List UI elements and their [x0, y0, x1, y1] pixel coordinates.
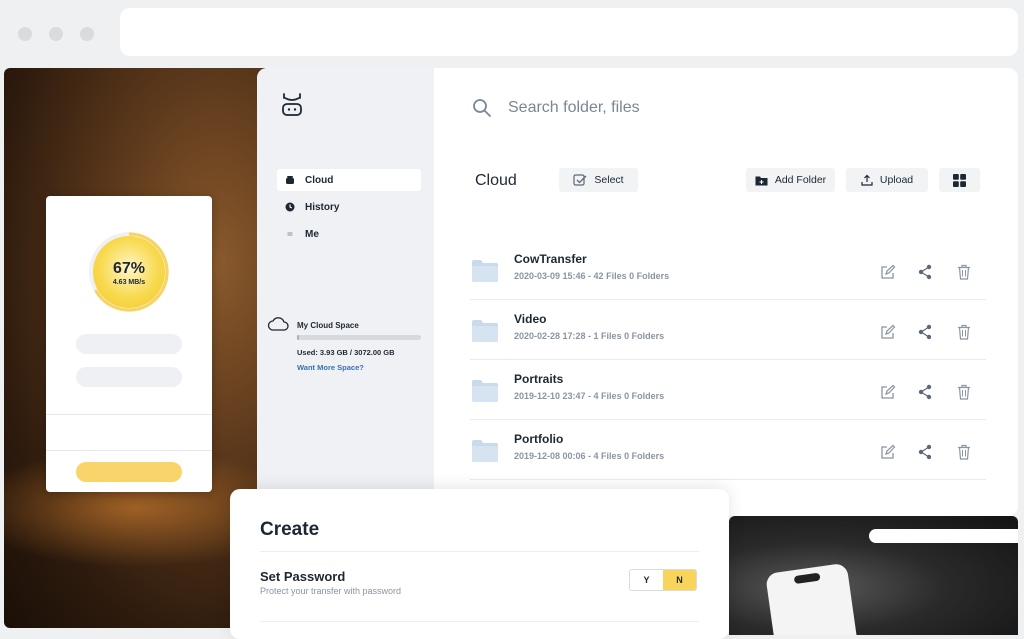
folder-icon	[472, 320, 498, 342]
sidebar: Cloud History Me My Cloud Space Used: 3.…	[257, 68, 434, 516]
select-button[interactable]: Select	[559, 168, 638, 192]
card-action-button[interactable]	[76, 462, 182, 482]
menu-lines-icon	[285, 229, 295, 239]
set-password-hint: Protect your transfer with password	[260, 586, 402, 596]
search-icon	[473, 99, 491, 117]
trash-icon[interactable]	[956, 324, 972, 340]
share-icon[interactable]	[917, 444, 933, 460]
file-name[interactable]: Video	[514, 312, 546, 326]
phone-image	[765, 562, 859, 635]
folder-icon	[472, 440, 498, 462]
cloud-space-title: My Cloud Space	[297, 321, 359, 330]
cloud-outline-icon	[267, 317, 289, 331]
address-bar[interactable]	[120, 8, 1018, 56]
select-label: Select	[594, 174, 624, 186]
trash-icon[interactable]	[956, 384, 972, 400]
select-checkbox-icon	[573, 173, 587, 187]
share-icon[interactable]	[917, 324, 933, 340]
file-meta: 2020-03-09 15:46 - 42 Files 0 Folders	[514, 271, 670, 281]
grid-view-button[interactable]	[939, 168, 980, 192]
upload-label: Upload	[879, 174, 914, 186]
divider	[46, 450, 212, 451]
edit-icon[interactable]	[880, 444, 896, 460]
edit-icon[interactable]	[880, 384, 896, 400]
progress-percent: 67%	[112, 260, 146, 277]
history-icon	[285, 202, 295, 212]
sidebar-item-label: Me	[305, 228, 319, 240]
create-title: Create	[260, 519, 320, 540]
toggle-yes[interactable]: Y	[630, 570, 663, 590]
toggle-no[interactable]: N	[663, 570, 696, 590]
storage-usage-bar	[297, 335, 421, 340]
storage-used-text: Used: 3.93 GB / 3072.00 GB	[297, 348, 395, 357]
progress-gauge: 67% 4.63 MB/s	[89, 232, 169, 312]
gauge-face: 67% 4.63 MB/s	[93, 236, 165, 308]
file-row[interactable]: CowTransfer 2020-03-09 15:46 - 42 Files 0…	[470, 240, 986, 300]
create-transfer-panel: Create Set Password Protect your transfe…	[230, 489, 729, 639]
file-row[interactable]: Portraits 2019-12-10 23:47 - 4 Files 0 Fo…	[470, 360, 986, 420]
set-password-label: Set Password	[260, 569, 346, 584]
folder-icon	[472, 260, 498, 282]
storage-usage-fill	[297, 335, 300, 340]
phone-notch	[793, 572, 821, 585]
folder-plus-icon	[755, 175, 768, 186]
grid-view-icon	[953, 173, 966, 187]
edit-icon[interactable]	[880, 324, 896, 340]
trash-icon[interactable]	[956, 444, 972, 460]
add-folder-label: Add Folder	[774, 174, 827, 186]
window-dot-maximize[interactable]	[80, 27, 94, 41]
sidebar-item-me[interactable]: Me	[277, 223, 421, 245]
cloud-drive-icon	[285, 175, 295, 185]
file-meta: 2019-12-08 00:06 - 4 Files 0 Folders	[514, 451, 665, 461]
sidebar-item-cloud[interactable]: Cloud	[277, 169, 421, 191]
transfer-speed: 4.63 MB/s	[112, 279, 146, 286]
window-dot-minimize[interactable]	[49, 27, 63, 41]
divider	[260, 621, 699, 622]
folder-icon	[472, 380, 498, 402]
divider	[46, 414, 212, 415]
upload-icon	[861, 174, 873, 186]
sidebar-item-label: History	[305, 201, 340, 213]
divider	[260, 551, 699, 552]
file-meta: 2019-12-10 23:47 - 4 Files 0 Folders	[514, 391, 665, 401]
share-icon[interactable]	[917, 264, 933, 280]
decorative-bar	[869, 529, 1018, 543]
file-row[interactable]: Portfolio 2019-12-08 00:06 - 4 Files 0 Fo…	[470, 420, 986, 480]
want-more-space-link[interactable]: Want More Space?	[297, 363, 364, 372]
transfer-speed-card: 67% 4.63 MB/s	[46, 196, 212, 492]
sidebar-item-label: Cloud	[305, 174, 334, 186]
window-dot-close[interactable]	[18, 27, 32, 41]
password-toggle[interactable]: Y N	[629, 569, 697, 591]
file-meta: 2020-02-28 17:28 - 1 Files 0 Folders	[514, 331, 665, 341]
background-photo-right	[729, 516, 1018, 635]
edit-icon[interactable]	[880, 264, 896, 280]
share-icon[interactable]	[917, 384, 933, 400]
search-bar[interactable]: Search folder, files	[472, 96, 640, 120]
cow-logo-icon	[282, 93, 302, 116]
page-title: Cloud	[475, 172, 517, 189]
sidebar-item-history[interactable]: History	[277, 196, 421, 218]
placeholder-line-2	[76, 367, 182, 387]
placeholder-line-1	[76, 334, 182, 354]
search-input[interactable]: Search folder, files	[508, 99, 640, 117]
file-row[interactable]: Video 2020-02-28 17:28 - 1 Files 0 Folder…	[470, 300, 986, 360]
add-folder-button[interactable]: Add Folder	[746, 168, 835, 192]
file-name[interactable]: Portfolio	[514, 432, 563, 446]
file-name[interactable]: CowTransfer	[514, 252, 587, 266]
upload-button[interactable]: Upload	[846, 168, 928, 192]
cloud-app-window: Cloud History Me My Cloud Space Used: 3.…	[257, 68, 1018, 516]
file-name[interactable]: Portraits	[514, 372, 563, 386]
trash-icon[interactable]	[956, 264, 972, 280]
